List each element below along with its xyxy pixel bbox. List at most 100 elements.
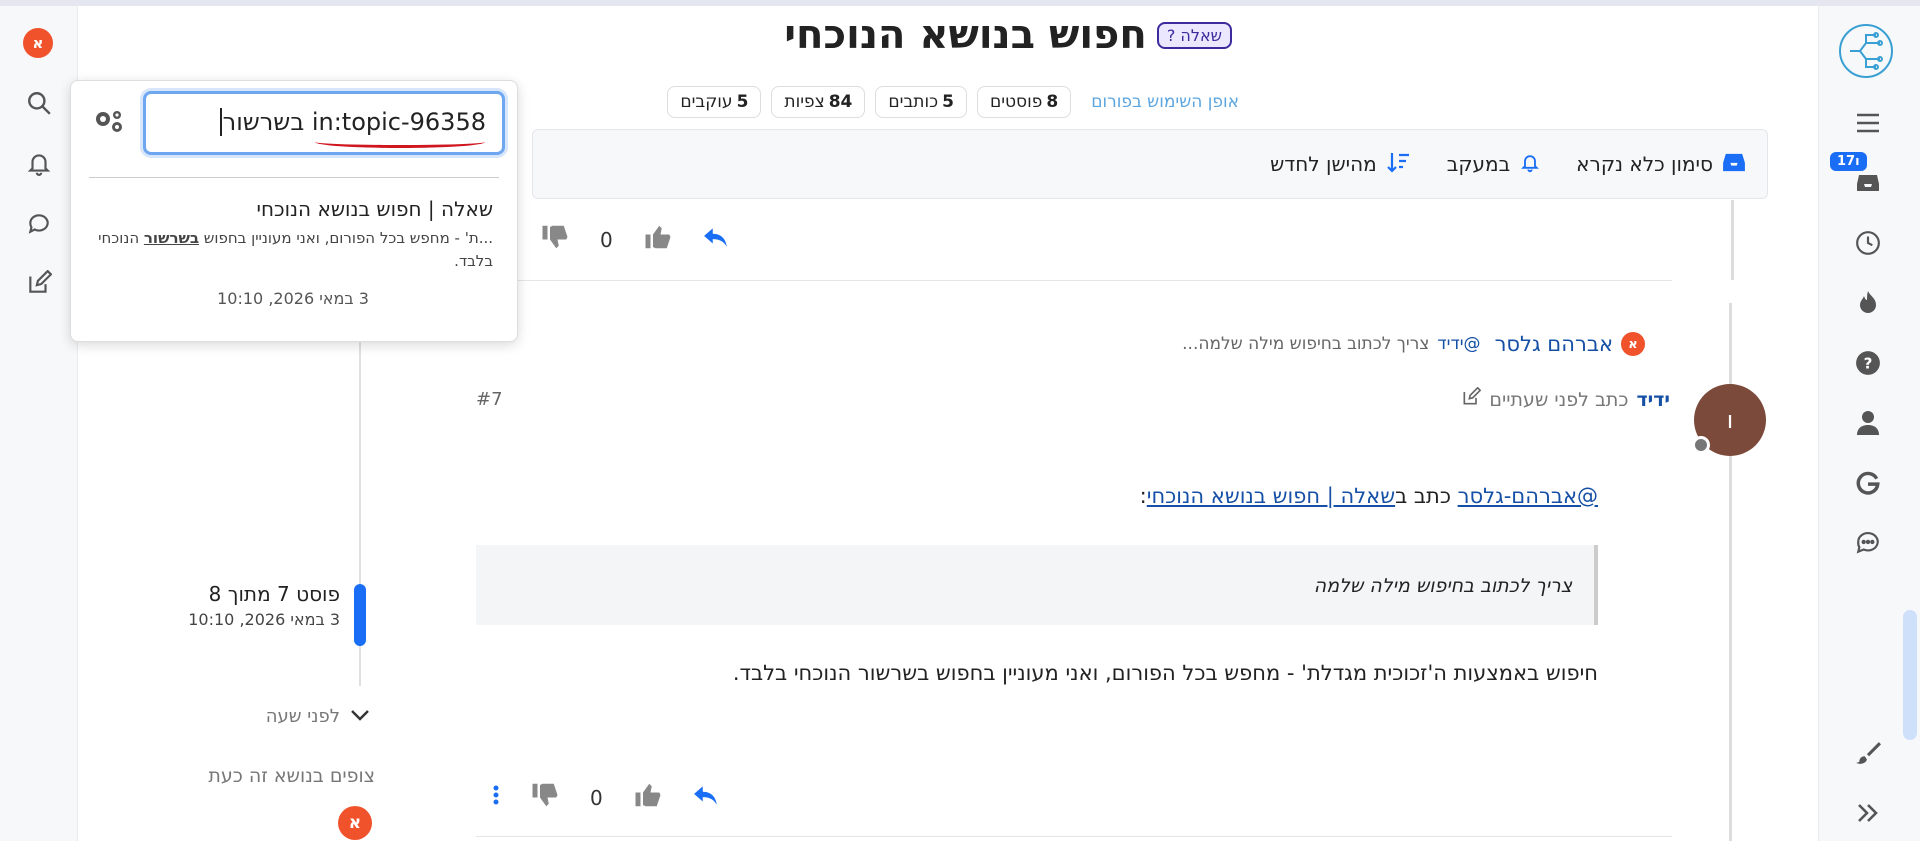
- stat-writers-label: כותבים: [888, 92, 939, 112]
- post-vote-count: 0: [590, 785, 603, 810]
- clock-icon[interactable]: [1853, 228, 1883, 258]
- bell-tracking-icon: [1520, 151, 1540, 178]
- timeline-ago: לפני שעה: [265, 706, 340, 727]
- post-meta[interactable]: כתב לפני שעתיים: [1489, 389, 1628, 411]
- reply-icon[interactable]: [703, 226, 729, 253]
- stat-writers[interactable]: 5כותבים: [875, 86, 967, 118]
- previous-post-actions: 0: [540, 222, 729, 257]
- site-logo[interactable]: [1835, 20, 1897, 82]
- topic-title: שאלה ? חפוש בנושא הנוכחי: [784, 12, 1232, 58]
- reply-reference[interactable]: א אברהם גלסר @ידיד צריך לכתוב בחיפוש מיל…: [1182, 332, 1645, 356]
- stat-views-label: צפיות: [784, 92, 825, 112]
- sort-icon: [1386, 151, 1411, 178]
- mentioned-user-link[interactable]: @אברהם-גלסר: [1458, 484, 1598, 508]
- wrote-in-text: כתב ב: [1395, 484, 1451, 508]
- search-result-title: שאלה | חפוש בנושא הנוכחי: [256, 197, 493, 221]
- help-icon[interactable]: ?: [1853, 348, 1883, 378]
- search-result-item[interactable]: שאלה | חפוש בנושא הנוכחי ...ת' - מחפש בכ…: [93, 197, 493, 308]
- timeline-bottom[interactable]: לפני שעה: [266, 706, 370, 727]
- watching-label: צופים בנושא זה כעת: [208, 765, 375, 787]
- search-divider: [89, 177, 499, 178]
- top-border: [0, 0, 1920, 6]
- post-divider-bottom: [476, 836, 1672, 837]
- compose-icon[interactable]: [24, 268, 54, 298]
- stat-views-count: 84: [828, 92, 853, 112]
- stat-followers-label: עוקבים: [680, 92, 733, 112]
- left-sidebar: א: [0, 6, 78, 841]
- watcher-avatar[interactable]: א: [338, 806, 372, 840]
- mark-unread-button[interactable]: סימון כלא נקרא: [1576, 152, 1745, 177]
- post-quote: צריך לכתוב בחיפוש מילה שלמה: [476, 545, 1598, 625]
- google-icon[interactable]: [1853, 468, 1883, 498]
- snippet-before: ...ת' - מחפש בכל הפורום, ואני מעוניין בח…: [199, 229, 493, 247]
- post-header: ידיד כתב לפני שעתיים: [1461, 386, 1670, 412]
- text-cursor: [219, 108, 222, 136]
- user-avatar[interactable]: א: [23, 28, 53, 58]
- search-icon[interactable]: [24, 88, 54, 118]
- page-scrollbar[interactable]: [1903, 610, 1917, 740]
- online-status-dot: [1692, 436, 1710, 454]
- stat-posts[interactable]: 8פוסטים: [976, 86, 1072, 118]
- timeline-scroll-handle[interactable]: [354, 583, 366, 646]
- timeline-date: 3 במאי 2026, 10:10: [188, 610, 340, 629]
- reply-mention[interactable]: @ידיד: [1437, 334, 1480, 354]
- menu-icon[interactable]: [1853, 108, 1883, 138]
- post-divider: [476, 280, 1672, 281]
- search-result-date: 3 במאי 2026, 10:10: [217, 289, 369, 308]
- post-author-avatar-letter: ו: [1726, 406, 1734, 434]
- more-options-icon[interactable]: [492, 784, 500, 811]
- post-thumbs-up-icon[interactable]: [633, 780, 663, 815]
- chevron-down-icon: [350, 706, 370, 727]
- reply-author-avatar[interactable]: א: [1621, 332, 1645, 356]
- topic-title-text: חפוש בנושא הנוכחי: [784, 12, 1147, 58]
- watcher-avatar-letter: א: [348, 813, 362, 833]
- post-thumbs-down-icon[interactable]: [530, 780, 560, 815]
- post-mention-line: @אברהם-גלסר כתב בשאלה | חפוש בנושא הנוכח…: [1140, 484, 1598, 508]
- quoted-topic-link[interactable]: שאלה | חפוש בנושא הנוכחי: [1147, 484, 1395, 508]
- chat-icon[interactable]: [24, 208, 54, 238]
- post-body: חיפוש באמצעות ה'זכוכית מגדלת' - מחפש בכל…: [732, 661, 1598, 685]
- stat-followers[interactable]: 5עוקבים: [667, 86, 762, 118]
- search-popup: in:topic-96358 בשרשור שאלה | חפוש בנושא …: [70, 80, 518, 342]
- tracking-label: במעקב: [1446, 152, 1511, 176]
- user-avatar-letter: א: [32, 34, 44, 52]
- chat-bubble-icon[interactable]: [1853, 528, 1883, 558]
- search-query-prefix: in:topic-96358: [311, 108, 486, 136]
- topic-toolbar: סימון כלא נקרא במעקב מהישן לחדש: [532, 129, 1768, 199]
- stat-posts-count: 8: [1046, 92, 1059, 112]
- inbox-count-badge: 17ו: [1830, 152, 1867, 171]
- post-author-name[interactable]: ידיד: [1636, 389, 1670, 411]
- thumbs-down-icon[interactable]: [540, 222, 570, 257]
- post-reply-icon[interactable]: [693, 784, 719, 811]
- reply-author-name[interactable]: אברהם גלסר: [1495, 332, 1613, 356]
- stat-views[interactable]: 84צפיות: [771, 86, 866, 118]
- inbox-icon[interactable]: [1853, 168, 1883, 198]
- search-result-snippet: ...ת' - מחפש בכל הפורום, ואני מעוניין בח…: [93, 227, 493, 273]
- previous-post-vote-count: 0: [600, 227, 613, 252]
- stat-posts-label: פוסטים: [989, 92, 1043, 112]
- user-icon[interactable]: [1853, 408, 1883, 438]
- fire-icon[interactable]: [1853, 288, 1883, 318]
- brush-icon[interactable]: [1853, 738, 1883, 768]
- timeline-position-label: פוסט 7 מתוך 8: [208, 582, 340, 606]
- search-settings-icon[interactable]: [93, 107, 125, 139]
- snippet-match: בשרשור: [143, 229, 200, 247]
- thread-line: [1731, 200, 1734, 280]
- edit-history-icon[interactable]: [1461, 386, 1482, 412]
- question-badge[interactable]: שאלה ?: [1156, 21, 1232, 49]
- query-annotation-underline: [315, 136, 485, 148]
- tracking-button[interactable]: במעקב: [1447, 151, 1540, 178]
- svg-text:?: ?: [1864, 354, 1873, 372]
- usage-guide-link[interactable]: אופן השימוש בפורום: [1091, 92, 1239, 112]
- post-actions: 0: [492, 780, 719, 815]
- thumbs-up-icon[interactable]: [643, 222, 673, 257]
- sort-button[interactable]: מהישן לחדש: [1270, 151, 1411, 178]
- post-quote-text: צריך לכתוב בחיפוש מילה שלמה: [1313, 575, 1572, 597]
- timeline-position[interactable]: פוסט 7 מתוך 8 3 במאי 2026, 10:10: [188, 582, 340, 629]
- stat-writers-count: 5: [942, 92, 954, 112]
- bell-icon[interactable]: [24, 148, 54, 178]
- post-number[interactable]: #7: [476, 389, 503, 410]
- collapse-sidebar-icon[interactable]: [1853, 798, 1883, 828]
- mark-unread-label: סימון כלא נקרא: [1576, 152, 1713, 176]
- topic-stats: אופן השימוש בפורום 8פוסטים 5כותבים 84צפי…: [667, 86, 1239, 118]
